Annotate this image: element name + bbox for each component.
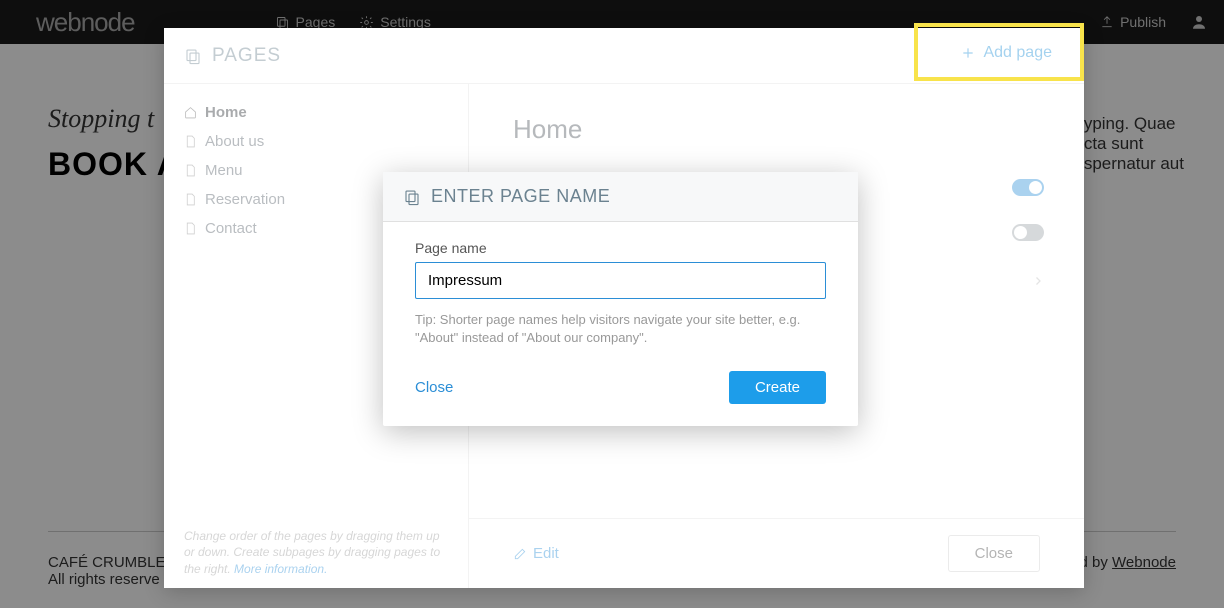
- modal-body: Page name Tip: Shorter page names help v…: [383, 222, 858, 357]
- modal-title: ENTER PAGE NAME: [431, 186, 610, 207]
- modal-header: ENTER PAGE NAME: [383, 172, 858, 222]
- create-button[interactable]: Create: [729, 371, 826, 404]
- enter-page-name-modal: ENTER PAGE NAME Page name Tip: Shorter p…: [383, 172, 858, 426]
- page-name-tip: Tip: Shorter page names help visitors na…: [415, 311, 826, 347]
- pages-icon: [403, 188, 421, 206]
- modal-close-button[interactable]: Close: [415, 379, 453, 396]
- modal-footer: Close Create: [383, 357, 858, 426]
- page-name-input[interactable]: [415, 262, 826, 299]
- page-name-label: Page name: [415, 240, 826, 256]
